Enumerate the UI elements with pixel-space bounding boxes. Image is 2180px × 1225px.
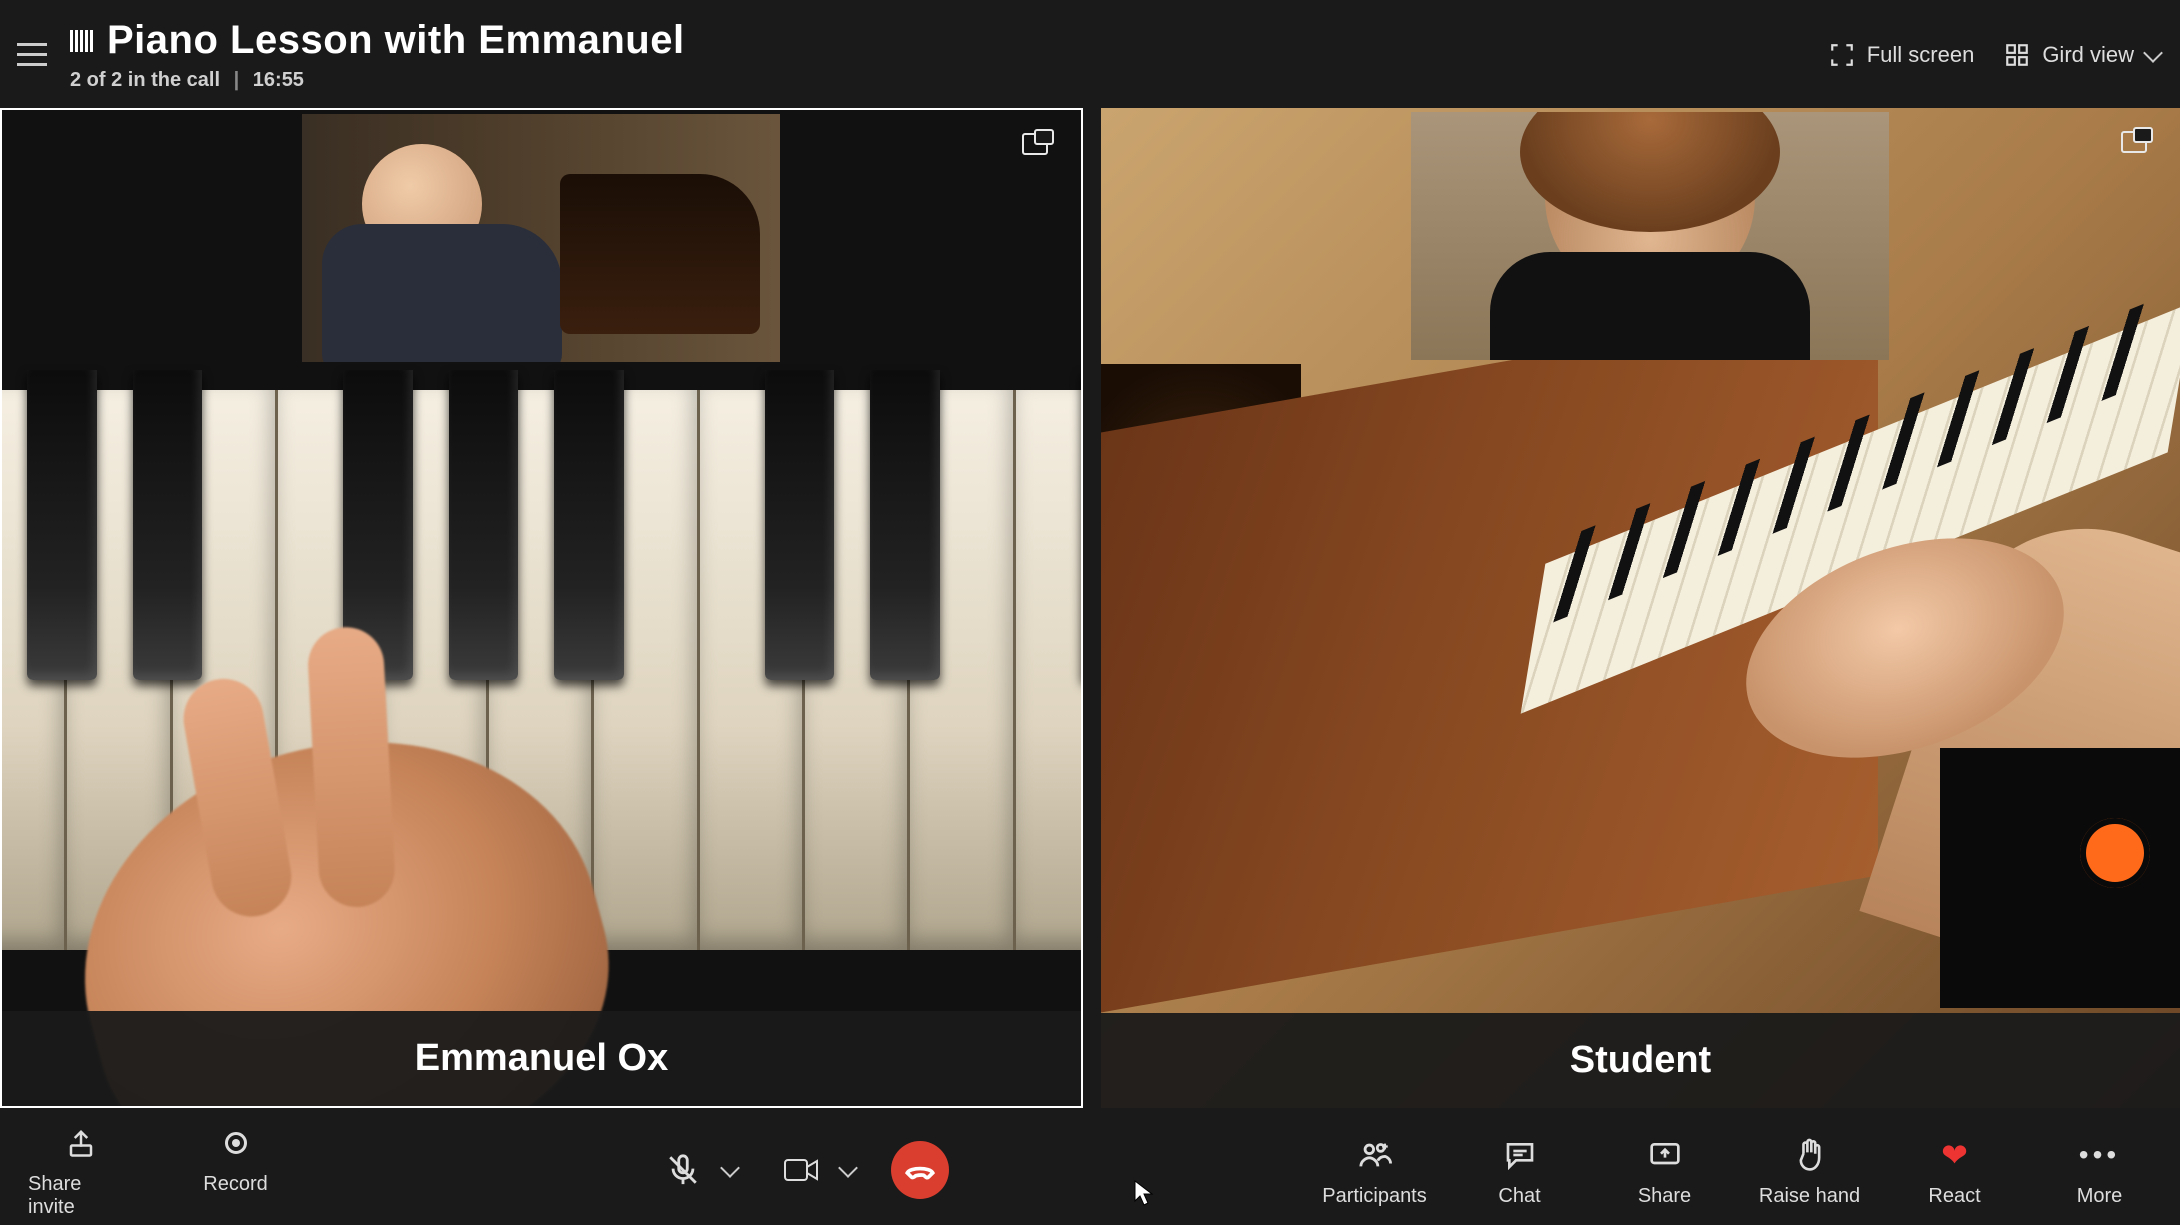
chat-icon [1504, 1140, 1536, 1170]
raise-hand-button[interactable]: Raise hand [1757, 1133, 1862, 1208]
call-subtitle: 2 of 2 in the call | 16:55 [70, 69, 1829, 92]
call-duration: 16:55 [253, 69, 304, 91]
camera-icon [783, 1156, 819, 1184]
participants-label: Participants [1322, 1185, 1427, 1208]
title-block: Piano Lesson with Emmanuel 2 of 2 in the… [70, 18, 1829, 92]
more-label: More [2077, 1185, 2123, 1208]
video-grid: Emmanuel Ox Student [0, 108, 2180, 1108]
fullscreen-icon [1829, 42, 1855, 68]
participants-icon [1358, 1140, 1392, 1170]
hangup-button[interactable] [891, 1141, 949, 1199]
video-tile-student[interactable]: Student [1101, 108, 2180, 1108]
popout-button[interactable] [1021, 128, 1055, 163]
chevron-down-icon [2143, 43, 2163, 63]
more-button[interactable]: ••• More [2047, 1133, 2152, 1208]
fullscreen-button[interactable]: Full screen [1829, 42, 1975, 68]
separator: | [234, 69, 240, 91]
piano-icon [70, 30, 93, 52]
raise-hand-label: Raise hand [1759, 1185, 1860, 1208]
share-invite-label: Share invite [28, 1173, 133, 1219]
popout-icon [2120, 126, 2154, 156]
call-header: Piano Lesson with Emmanuel 2 of 2 in the… [0, 0, 2180, 108]
share-invite-button[interactable]: Share invite [28, 1121, 133, 1219]
video-tile-emmanuel[interactable]: Emmanuel Ox [0, 108, 1083, 1108]
grid-icon [2004, 42, 2030, 68]
record-label: Record [203, 1173, 267, 1196]
share-screen-icon [1649, 1140, 1681, 1170]
hangup-icon [903, 1153, 937, 1187]
mute-button[interactable] [661, 1148, 705, 1192]
popout-button[interactable] [2120, 126, 2154, 161]
record-button[interactable]: Record [183, 1121, 288, 1196]
participants-button[interactable]: Participants [1322, 1133, 1427, 1208]
popout-icon [1021, 128, 1055, 158]
mic-options-button[interactable] [720, 1158, 740, 1178]
share-screen-button[interactable]: Share [1612, 1133, 1717, 1208]
share-invite-icon [66, 1128, 96, 1158]
microphone-muted-icon [666, 1153, 700, 1187]
react-label: React [1928, 1185, 1980, 1208]
chat-label: Chat [1498, 1185, 1540, 1208]
record-icon [225, 1132, 247, 1154]
participant-name: Student [1101, 1013, 2180, 1108]
participant-name: Emmanuel Ox [2, 1011, 1081, 1106]
call-toolbar: Share invite Record [0, 1115, 2180, 1225]
pip-secondary-camera[interactable] [1411, 112, 1889, 360]
fullscreen-label: Full screen [1867, 42, 1975, 68]
pip-secondary-camera[interactable] [302, 114, 780, 362]
menu-button[interactable] [12, 34, 52, 74]
heart-icon: ❤ [1941, 1136, 1968, 1174]
participant-count: 2 of 2 in the call [70, 69, 220, 91]
raise-hand-icon [1796, 1138, 1824, 1172]
camera-button[interactable] [779, 1148, 823, 1192]
chat-button[interactable]: Chat [1467, 1133, 1572, 1208]
react-button[interactable]: ❤ React [1902, 1133, 2007, 1208]
view-switch-button[interactable]: Gird view [2004, 42, 2160, 68]
call-title: Piano Lesson with Emmanuel [107, 18, 685, 63]
more-icon: ••• [2079, 1139, 2120, 1171]
share-label: Share [1638, 1185, 1691, 1208]
camera-options-button[interactable] [838, 1158, 858, 1178]
view-label: Gird view [2042, 42, 2134, 68]
